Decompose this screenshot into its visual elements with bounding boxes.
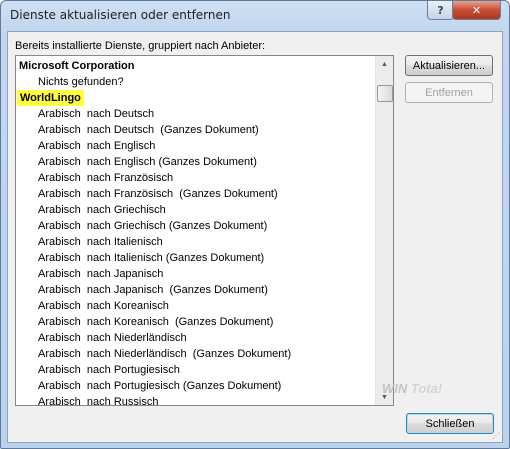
list-item[interactable]: Arabisch nach Russisch: [38, 394, 158, 405]
dialog-body: Bereits installierte Dienste, gruppiert …: [7, 31, 503, 443]
watermark-part2: Tota!: [410, 381, 443, 396]
list-item[interactable]: Arabisch nach Japanisch (Ganzes Dokument…: [38, 282, 268, 298]
list-item[interactable]: Arabisch nach Griechisch (Ganzes Dokumen…: [38, 218, 267, 234]
list-item[interactable]: Arabisch nach Koreanisch (Ganzes Dokumen…: [38, 314, 273, 330]
list-item[interactable]: Arabisch nach Deutsch: [38, 106, 154, 122]
vertical-scrollbar[interactable]: ▲ ▼: [375, 56, 393, 405]
list-item[interactable]: Arabisch nach Französisch: [38, 170, 173, 186]
list-item[interactable]: Arabisch nach Französisch (Ganzes Dokume…: [38, 186, 278, 202]
help-button[interactable]: ?: [427, 1, 454, 20]
window-title: Dienste aktualisieren oder entfernen: [10, 8, 231, 22]
list-item[interactable]: Arabisch nach Niederländisch: [38, 330, 187, 346]
list-item[interactable]: Arabisch nach Italienisch: [38, 234, 163, 250]
list-label: Bereits installierte Dienste, gruppiert …: [15, 40, 266, 52]
watermark-part1: WIN: [382, 381, 408, 396]
close-button[interactable]: Schließen: [406, 413, 494, 434]
list-item[interactable]: Arabisch nach Englisch (Ganzes Dokument): [38, 154, 257, 170]
list-item[interactable]: Arabisch nach Italienisch (Ganzes Dokume…: [38, 250, 264, 266]
group-header[interactable]: Microsoft Corporation: [19, 58, 135, 74]
list-item[interactable]: Arabisch nach Portugiesisch (Ganzes Doku…: [38, 378, 281, 394]
watermark-logo: WIN Tota!: [382, 381, 442, 396]
list-item[interactable]: Arabisch nach Englisch: [38, 138, 155, 154]
resize-grip-icon[interactable]: ⋰: [492, 431, 500, 440]
list-item[interactable]: Arabisch nach Niederländisch (Ganzes Dok…: [38, 346, 291, 362]
list-item[interactable]: Nichts gefunden?: [38, 74, 124, 90]
list-item[interactable]: Arabisch nach Koreanisch: [38, 298, 169, 314]
scroll-up-arrow-icon[interactable]: ▲: [376, 56, 393, 72]
close-window-button[interactable]: ✕: [452, 1, 501, 20]
title-bar[interactable]: Dienste aktualisieren oder entfernen ? ✕: [1, 1, 509, 31]
list-item[interactable]: Arabisch nach Japanisch: [38, 266, 163, 282]
refresh-button[interactable]: Aktualisieren...: [405, 55, 493, 76]
remove-button[interactable]: Entfernen: [405, 82, 493, 103]
services-listbox[interactable]: ▲ ▼ Microsoft Corporation Nichts gefunden…: [15, 55, 394, 406]
list-item[interactable]: Arabisch nach Deutsch (Ganzes Dokument): [38, 122, 259, 138]
scrollbar-thumb[interactable]: [377, 85, 393, 102]
list-item[interactable]: Arabisch nach Portugiesisch: [38, 362, 180, 378]
group-header[interactable]: WorldLingo: [17, 90, 84, 106]
list-item[interactable]: Arabisch nach Griechisch: [38, 202, 166, 218]
dialog-window: Dienste aktualisieren oder entfernen ? ✕…: [0, 0, 510, 449]
